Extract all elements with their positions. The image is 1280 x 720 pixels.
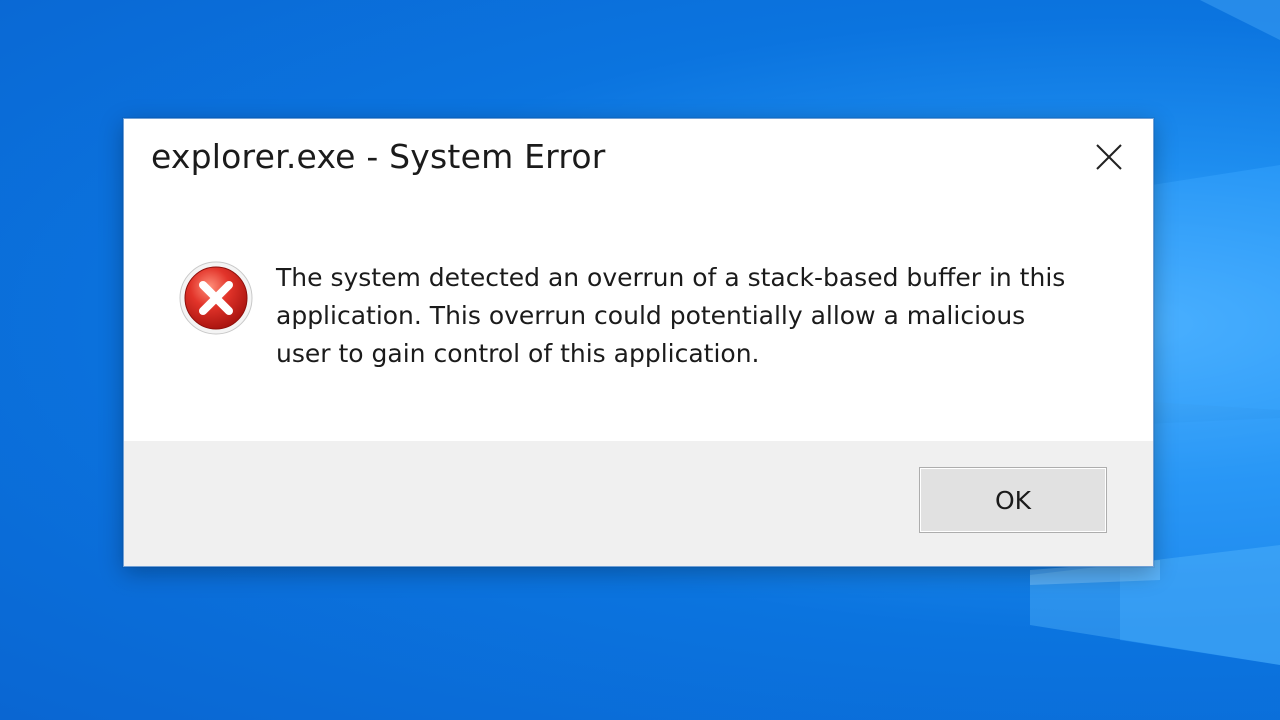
system-error-dialog: explorer.exe - System Error The system d…: [123, 118, 1154, 567]
error-message: The system detected an overrun of a stac…: [276, 259, 1106, 373]
ok-button[interactable]: OK: [919, 467, 1107, 533]
close-icon: [1096, 144, 1122, 170]
close-button[interactable]: [1087, 135, 1131, 179]
message-line: The system detected an overrun of a stac…: [276, 263, 1066, 292]
dialog-title: explorer.exe - System Error: [151, 137, 606, 176]
error-icon: [179, 261, 253, 335]
message-line: user to gain control of this application…: [276, 339, 760, 368]
message-line: application. This overrun could potentia…: [276, 301, 1026, 330]
dialog-footer: OK: [124, 441, 1153, 566]
